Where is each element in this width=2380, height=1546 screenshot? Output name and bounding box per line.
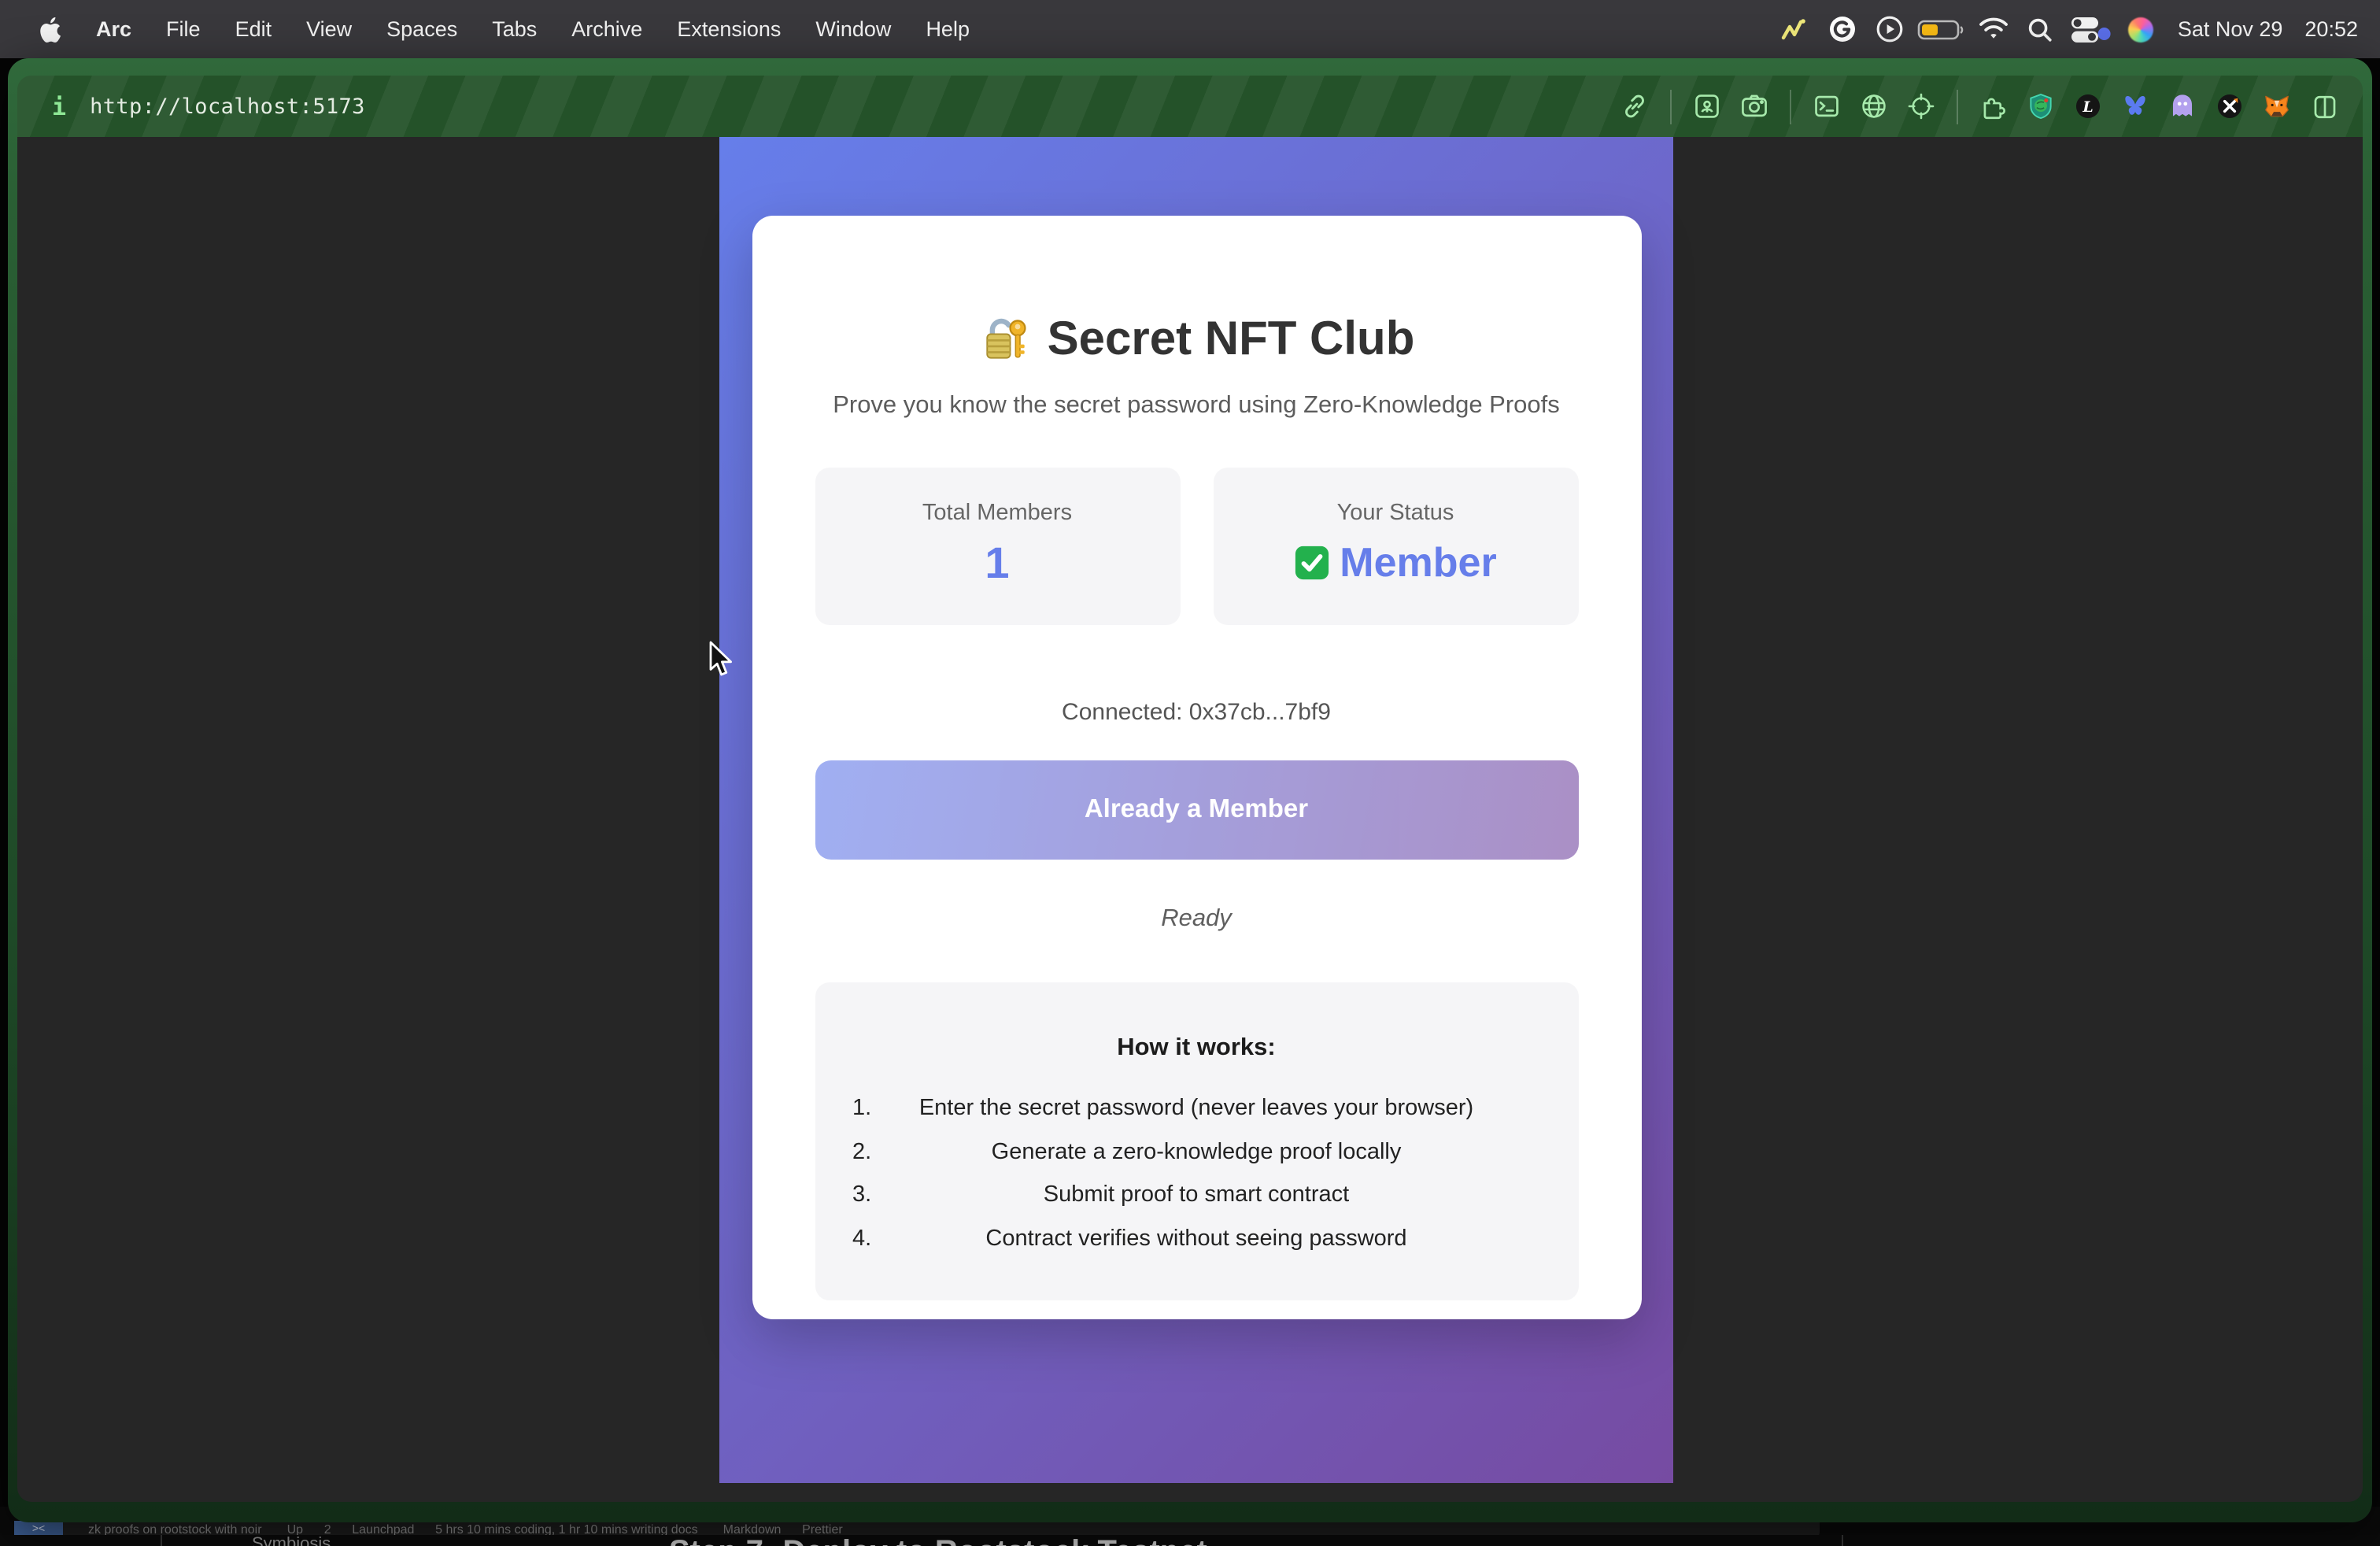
menu-edit[interactable]: Edit bbox=[218, 17, 290, 41]
background-document-heading: Step 7: Deploy to Rootstock Testnet bbox=[669, 1534, 1207, 1546]
image-icon[interactable] bbox=[1691, 90, 1724, 123]
grammarly-icon[interactable] bbox=[1819, 12, 1866, 46]
secret-nft-club-card: Secret NFT Club Prove you know the secre… bbox=[752, 216, 1641, 1319]
menubar-status: Sat Nov 29 20:52 bbox=[1772, 12, 2380, 46]
x-wallet-icon[interactable] bbox=[2213, 90, 2246, 123]
menu-spaces[interactable]: Spaces bbox=[369, 17, 475, 41]
play-circle-icon[interactable] bbox=[1866, 12, 1913, 46]
stocks-icon[interactable] bbox=[1772, 12, 1819, 46]
background-window-titlebar: Symbiosis Step 7: Deploy to Rootstock Te… bbox=[0, 1534, 2380, 1546]
how-it-works-box: How it works: Enter the secret password … bbox=[815, 982, 1578, 1300]
browser-viewport: Secret NFT Club Prove you know the secre… bbox=[17, 137, 2363, 1502]
menu-window[interactable]: Window bbox=[798, 17, 908, 41]
screen: Arc File Edit View Spaces Tabs Archive E… bbox=[0, 0, 2380, 1546]
menu-view[interactable]: View bbox=[289, 17, 369, 41]
menu-arc[interactable]: Arc bbox=[79, 17, 149, 41]
webpage-gradient-background: Secret NFT Club Prove you know the secre… bbox=[719, 137, 1673, 1483]
battery-icon[interactable] bbox=[1913, 12, 1970, 46]
wifi-icon[interactable] bbox=[1970, 12, 2017, 46]
check-mark-icon bbox=[1294, 545, 1330, 581]
member-status-value: Member bbox=[1213, 538, 1578, 587]
link-icon[interactable] bbox=[1618, 90, 1651, 123]
split-view-icon[interactable] bbox=[2308, 90, 2341, 123]
toolbar-divider bbox=[1790, 89, 1791, 124]
menu-tabs[interactable]: Tabs bbox=[475, 17, 554, 41]
menu-file[interactable]: File bbox=[149, 17, 218, 41]
already-member-button[interactable]: Already a Member bbox=[815, 760, 1578, 860]
globe-icon[interactable] bbox=[1857, 90, 1890, 123]
stat-label: Your Status bbox=[1213, 501, 1578, 526]
total-members-box: Total Members 1 bbox=[815, 468, 1180, 625]
menubar-clock[interactable]: 20:52 bbox=[2304, 17, 2358, 41]
browser-toolbar: i http://localhost:5173 bbox=[17, 76, 2363, 137]
how-it-works-list: Enter the secret password (never leaves … bbox=[849, 1096, 1543, 1251]
menubar-menus: Arc File Edit View Spaces Tabs Archive E… bbox=[0, 17, 987, 42]
how-step: Contract verifies without seeing passwor… bbox=[849, 1226, 1543, 1251]
toolbar-divider bbox=[1957, 89, 1958, 124]
site-info-icon[interactable]: i bbox=[52, 92, 66, 120]
locked-with-key-icon bbox=[978, 313, 1032, 367]
total-members-value: 1 bbox=[815, 538, 1180, 589]
camera-icon[interactable] bbox=[1738, 90, 1771, 123]
target-icon[interactable] bbox=[1905, 90, 1938, 123]
status-text: Ready bbox=[815, 905, 1578, 934]
toolbar-actions: L bbox=[1618, 89, 2363, 124]
your-status-box: Your Status Member bbox=[1213, 468, 1578, 625]
search-icon[interactable] bbox=[2017, 12, 2064, 46]
ghostery-icon[interactable] bbox=[2166, 90, 2199, 123]
page-title-text: Secret NFT Club bbox=[1048, 313, 1415, 367]
page-subtitle: Prove you know the secret password using… bbox=[815, 392, 1578, 420]
toolbar-divider bbox=[1670, 89, 1672, 124]
bluesky-icon[interactable] bbox=[2119, 90, 2152, 123]
how-step: Generate a zero-knowledge proof locally bbox=[849, 1139, 1543, 1164]
stat-label: Total Members bbox=[815, 501, 1180, 526]
siri-icon[interactable] bbox=[2118, 12, 2165, 46]
how-it-works-title: How it works: bbox=[849, 1034, 1543, 1063]
url-text[interactable]: http://localhost:5173 bbox=[90, 94, 365, 119]
terminal-icon[interactable] bbox=[1810, 90, 1843, 123]
loom-icon[interactable]: L bbox=[2071, 90, 2105, 123]
extensions-puzzle-icon[interactable] bbox=[1977, 90, 2010, 123]
macos-menubar: Arc File Edit View Spaces Tabs Archive E… bbox=[0, 0, 2380, 58]
address-bar[interactable]: i http://localhost:5173 bbox=[17, 92, 365, 120]
connected-address: Connected: 0x37cb...7bf9 bbox=[815, 699, 1578, 726]
menu-extensions[interactable]: Extensions bbox=[660, 17, 798, 41]
privacy-shield-icon[interactable] bbox=[2024, 90, 2057, 123]
page-title: Secret NFT Club bbox=[815, 313, 1578, 367]
menu-archive[interactable]: Archive bbox=[554, 17, 660, 41]
stats-row: Total Members 1 Your Status Member bbox=[815, 468, 1578, 625]
mouse-cursor bbox=[708, 641, 735, 679]
how-step: Submit proof to smart contract bbox=[849, 1182, 1543, 1208]
background-tab-title: Symbiosis bbox=[252, 1534, 331, 1546]
titlebar-divider bbox=[161, 1534, 162, 1546]
apple-menu[interactable] bbox=[22, 17, 79, 42]
arc-browser-window: i http://localhost:5173 bbox=[8, 58, 2372, 1522]
apple-icon bbox=[39, 17, 61, 42]
menu-help[interactable]: Help bbox=[908, 17, 987, 41]
control-center-icon[interactable] bbox=[2064, 12, 2118, 46]
member-status-text: Member bbox=[1340, 538, 1496, 587]
svg-text:L: L bbox=[2082, 98, 2093, 116]
menubar-date[interactable]: Sat Nov 29 bbox=[2178, 17, 2283, 41]
how-step: Enter the secret password (never leaves … bbox=[849, 1096, 1543, 1121]
metamask-icon[interactable] bbox=[2260, 90, 2293, 123]
titlebar-divider bbox=[1842, 1534, 1843, 1546]
